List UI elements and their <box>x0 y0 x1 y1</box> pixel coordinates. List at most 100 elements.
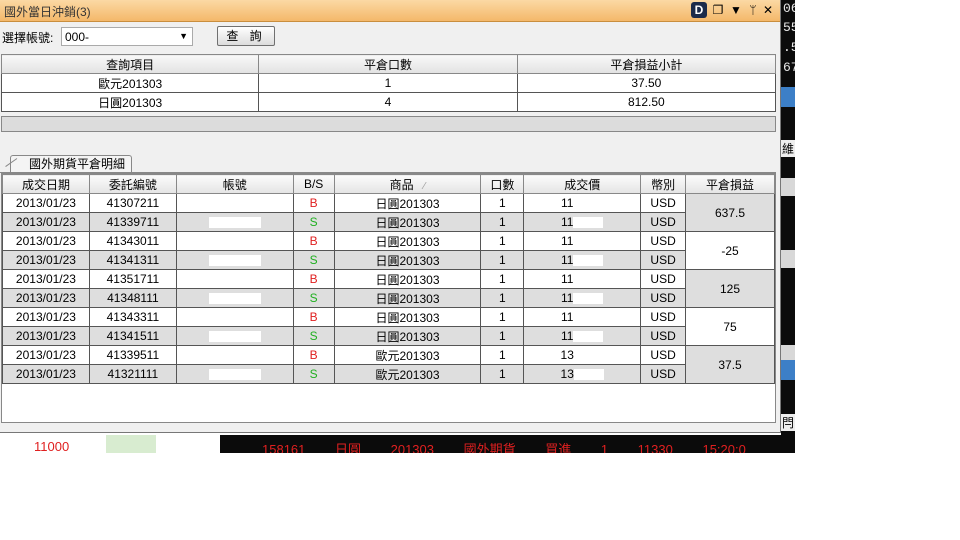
trade-price-value: 11 <box>560 329 574 343</box>
trade-price-value: 11 <box>560 291 574 305</box>
table-row[interactable]: 2013/01/23 41307211 B 日圓201303 1 11 USD … <box>2 193 775 232</box>
background-window-right: 06 55 .5 67 維 閂 <box>781 0 795 435</box>
tab-closed-position-detail[interactable]: 國外期貨平倉明細 <box>10 155 133 173</box>
trade-price-value: 11 <box>560 272 574 286</box>
trade-date: 2013/01/23 <box>2 288 90 308</box>
trade-date: 2013/01/23 <box>2 193 90 213</box>
order-number: 41321111 <box>88 364 177 384</box>
table-row[interactable]: 2013/01/23 41341511 S 日圓201303 1 11 USD <box>2 326 775 346</box>
order-number: 41341311 <box>88 250 177 270</box>
lots: 1 <box>480 364 525 384</box>
table-row[interactable]: 2013/01/23 41343011 B 日圓201303 1 11 USD … <box>2 231 775 270</box>
redaction-mask <box>208 331 261 343</box>
lots: 1 <box>480 345 525 365</box>
column-header[interactable]: 平倉損益 <box>685 174 775 194</box>
bg-label: 維 <box>781 140 795 157</box>
account-masked <box>175 193 294 213</box>
close-icon[interactable]: ✕ <box>760 2 776 18</box>
account-select[interactable]: 000- ▼ <box>61 27 193 46</box>
trade-price: 11 <box>523 231 642 251</box>
summary-lots: 4 <box>258 92 518 112</box>
product: 日圓201303 <box>333 269 482 289</box>
currency: USD <box>640 288 687 308</box>
dropdown-menu-icon[interactable]: ▼ <box>728 2 744 18</box>
table-row[interactable]: 日圓201303 4 812.50 <box>0 92 777 112</box>
pin-icon[interactable]: ᛘ <box>745 2 761 18</box>
buy-sell: B <box>292 307 335 327</box>
query-toolbar: 選擇帳號: 000- ▼ 查 詢 <box>0 22 780 50</box>
redaction-mask <box>573 350 604 362</box>
trade-price: 11 <box>523 193 642 213</box>
product: 日圓201303 <box>333 326 482 346</box>
summary-pnl: 812.50 <box>516 92 777 112</box>
currency: USD <box>640 250 687 270</box>
column-header[interactable]: 委託編號 <box>88 174 177 194</box>
closed-pnl: 637.5 <box>685 193 775 232</box>
trade-date: 2013/01/23 <box>2 250 90 270</box>
redaction-mask <box>208 369 261 381</box>
table-row[interactable]: 2013/01/23 41321111 S 歐元201303 1 13 USD <box>2 364 775 384</box>
bg-number: 67 <box>783 60 795 75</box>
trade-price: 11 <box>523 307 642 327</box>
title-bar[interactable]: 國外當日沖銷(3) D ❐ ▼ ᛘ ✕ <box>0 0 780 22</box>
bg-label: 閂 <box>781 414 795 431</box>
table-row[interactable]: 2013/01/23 41339711 S 日圓201303 1 11 USD <box>2 212 775 232</box>
redaction-mask <box>573 255 604 267</box>
background-window-bottom: 11000 158161 日圓 201303 國外期貨 買進 1 11330 1… <box>0 435 795 453</box>
column-header[interactable]: B/S <box>292 174 335 194</box>
redaction-mask <box>573 217 604 229</box>
order-number: 41343011 <box>88 231 177 251</box>
table-row[interactable]: 2013/01/23 41348111 S 日圓201303 1 11 USD <box>2 288 775 308</box>
chevron-down-icon[interactable]: ▼ <box>179 31 188 41</box>
account-masked <box>175 364 294 384</box>
bg-selected-row <box>781 87 795 107</box>
currency: USD <box>640 345 687 365</box>
redaction-mask <box>208 198 261 210</box>
bg-number: 55 <box>783 20 795 35</box>
account-masked <box>175 288 294 308</box>
table-row[interactable]: 歐元201303 1 37.50 <box>0 73 777 93</box>
column-header-product[interactable]: 商品 ⁄ <box>333 174 482 194</box>
closed-pnl: -25 <box>685 231 775 270</box>
lots: 1 <box>480 231 525 251</box>
trade-date: 2013/01/23 <box>2 364 90 384</box>
lots: 1 <box>480 288 525 308</box>
account-masked <box>175 250 294 270</box>
column-header-label: 商品 <box>389 177 414 192</box>
product: 日圓201303 <box>333 307 482 327</box>
column-header[interactable]: 口數 <box>480 174 525 194</box>
lots: 1 <box>480 307 525 327</box>
table-row[interactable]: 2013/01/23 41341311 S 日圓201303 1 11 USD <box>2 250 775 270</box>
bg-row <box>781 250 795 268</box>
column-header[interactable]: 帳號 <box>175 174 294 194</box>
trade-price: 11 <box>523 250 642 270</box>
summary-item: 日圓201303 <box>0 92 260 112</box>
closed-pnl: 37.5 <box>685 345 775 384</box>
account-masked <box>175 307 294 327</box>
column-header[interactable]: 成交價 <box>523 174 642 194</box>
trade-price: 11 <box>523 212 642 232</box>
order-number: 41341511 <box>88 326 177 346</box>
app-d-icon[interactable]: D <box>691 2 707 18</box>
bg-number: .5 <box>783 40 795 55</box>
column-header[interactable]: 成交日期 <box>2 174 90 194</box>
table-row[interactable]: 2013/01/23 41343311 B 日圓201303 1 11 USD … <box>2 307 775 346</box>
column-header[interactable]: 平倉口數 <box>258 54 518 74</box>
trade-price-value: 13 <box>560 367 574 381</box>
currency: USD <box>640 269 687 289</box>
sort-icon: ⁄ <box>423 180 426 192</box>
buy-sell: B <box>292 345 335 365</box>
currency: USD <box>640 326 687 346</box>
order-number: 41348111 <box>88 288 177 308</box>
bg-selected-row <box>781 360 795 380</box>
column-header[interactable]: 平倉損益小計 <box>516 54 777 74</box>
float-window-icon[interactable]: ❐ <box>710 2 726 18</box>
trade-price-value: 11 <box>560 196 574 210</box>
column-header[interactable]: 查詢項目 <box>0 54 260 74</box>
table-row[interactable]: 2013/01/23 41339511 B 歐元201303 1 13 USD … <box>2 345 775 384</box>
table-row[interactable]: 2013/01/23 41351711 B 日圓201303 1 11 USD … <box>2 269 775 308</box>
bg-ticker: 158161 日圓 201303 國外期貨 買進 1 11330 15:20:0 <box>262 442 746 453</box>
column-header[interactable]: 幣別 <box>640 174 687 194</box>
trade-price: 11 <box>523 269 642 289</box>
query-button[interactable]: 查 詢 <box>217 26 275 46</box>
